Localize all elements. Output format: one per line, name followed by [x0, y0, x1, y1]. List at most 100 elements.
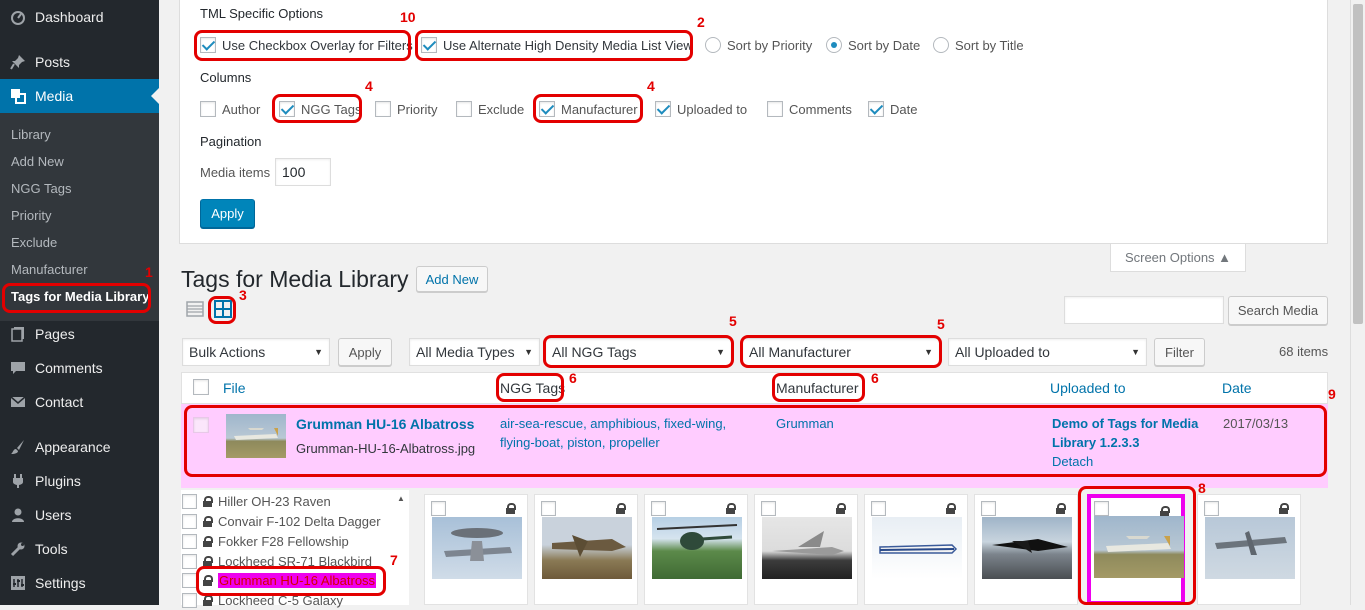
menu-users[interactable]: Users	[0, 498, 159, 532]
list-view-icon[interactable]	[186, 300, 204, 318]
media-tile[interactable]	[1197, 494, 1301, 605]
list-scroll-up-icon[interactable]: ▲	[397, 494, 405, 503]
menu-plugins[interactable]: Plugins	[0, 464, 159, 498]
screen-options-tab[interactable]: Screen Options ▲	[1110, 244, 1246, 272]
list-item-checkbox[interactable]	[182, 572, 197, 588]
column-comments-option[interactable]: Comments	[767, 101, 852, 117]
annotation-number: 4	[647, 78, 655, 94]
bulk-apply-button[interactable]: Apply	[338, 338, 392, 366]
lock-icon	[506, 503, 516, 514]
tile-checkbox[interactable]	[761, 501, 776, 516]
column-date-checkbox[interactable]	[868, 101, 884, 117]
annotation-box	[196, 566, 386, 596]
column-uploaded-to-option[interactable]: Uploaded to	[655, 101, 747, 117]
list-item[interactable]: Convair F-102 Delta Dagger	[182, 511, 402, 531]
media-items-input[interactable]: 100	[275, 158, 331, 186]
bulk-actions-select[interactable]: Bulk Actions ▼	[182, 338, 330, 366]
annotation-box	[184, 405, 1327, 477]
annotation-number: 6	[569, 370, 577, 386]
search-media-button[interactable]: Search Media	[1228, 296, 1328, 325]
column-priority-checkbox[interactable]	[375, 101, 391, 117]
media-types-select[interactable]: All Media Types ▼	[409, 338, 540, 366]
tile-checkbox[interactable]	[431, 501, 446, 516]
scrollbar-thumb[interactable]	[1353, 4, 1363, 324]
sort-date-option[interactable]: Sort by Date	[826, 37, 920, 53]
column-header-uploaded-to[interactable]: Uploaded to	[1050, 380, 1126, 396]
tile-image	[1205, 517, 1295, 579]
column-header-file[interactable]: File	[223, 380, 246, 396]
column-author-option[interactable]: Author	[200, 101, 260, 117]
submenu-priority[interactable]: Priority	[11, 208, 51, 223]
submenu-add-new[interactable]: Add New	[11, 154, 64, 169]
list-item-checkbox[interactable]	[182, 533, 197, 549]
list-item-checkbox[interactable]	[182, 553, 197, 569]
column-exclude-option[interactable]: Exclude	[456, 101, 524, 117]
users-icon	[8, 507, 28, 523]
tile-image	[542, 517, 632, 579]
tml-options-heading: TML Specific Options	[200, 6, 324, 21]
annotation-box	[415, 30, 693, 61]
column-author-checkbox[interactable]	[200, 101, 216, 117]
list-item-checkbox[interactable]	[182, 493, 197, 509]
sort-title-option[interactable]: Sort by Title	[933, 37, 1024, 53]
menu-label: Users	[35, 507, 72, 523]
list-item[interactable]: Hiller OH-23 Raven	[182, 491, 402, 511]
media-tile[interactable]	[974, 494, 1078, 605]
annotation-number: 5	[937, 316, 945, 332]
menu-dashboard[interactable]: Dashboard	[0, 0, 159, 34]
media-tile[interactable]	[534, 494, 638, 605]
column-uploaded-to-checkbox[interactable]	[655, 101, 671, 117]
annotation-box	[272, 94, 362, 123]
search-input[interactable]	[1064, 296, 1224, 324]
menu-label: Appearance	[35, 439, 111, 455]
column-priority-option[interactable]: Priority	[375, 101, 437, 117]
submenu-library[interactable]: Library	[11, 127, 51, 142]
media-tile[interactable]	[864, 494, 968, 605]
media-icon	[8, 88, 28, 104]
list-item-checkbox[interactable]	[182, 513, 197, 529]
pushpin-icon	[8, 54, 28, 70]
column-header-date[interactable]: Date	[1222, 380, 1252, 396]
wrench-icon	[8, 541, 28, 557]
menu-posts[interactable]: Posts	[0, 45, 159, 79]
sort-title-radio[interactable]	[933, 37, 949, 53]
column-date-option[interactable]: Date	[868, 101, 917, 117]
sort-priority-option[interactable]: Sort by Priority	[705, 37, 812, 53]
annotation-box	[533, 94, 643, 123]
menu-tools[interactable]: Tools	[0, 532, 159, 566]
menu-label: Comments	[35, 360, 103, 376]
screen-options-apply-button[interactable]: Apply	[200, 199, 255, 228]
filter-button[interactable]: Filter	[1154, 338, 1205, 366]
media-tile[interactable]	[754, 494, 858, 605]
media-tile[interactable]	[424, 494, 528, 605]
uploaded-filter-select[interactable]: All Uploaded to ▼	[948, 338, 1147, 366]
submenu-ngg-tags[interactable]: NGG Tags	[11, 181, 71, 196]
submenu-manufacturer[interactable]: Manufacturer	[11, 262, 88, 277]
menu-contact[interactable]: Contact	[0, 385, 159, 419]
media-tile[interactable]	[644, 494, 748, 605]
menu-comments[interactable]: Comments	[0, 351, 159, 385]
tile-checkbox[interactable]	[1204, 501, 1219, 516]
menu-appearance[interactable]: Appearance	[0, 430, 159, 464]
add-new-button[interactable]: Add New	[416, 266, 488, 292]
menu-settings[interactable]: Settings	[0, 566, 159, 600]
submenu-exclude[interactable]: Exclude	[11, 235, 57, 250]
tile-checkbox[interactable]	[651, 501, 666, 516]
tile-checkbox[interactable]	[541, 501, 556, 516]
menu-pages[interactable]: Pages	[0, 317, 159, 351]
list-item[interactable]: Fokker F28 Fellowship	[182, 531, 402, 551]
select-all-checkbox[interactable]	[193, 379, 209, 395]
sort-date-radio[interactable]	[826, 37, 842, 53]
column-exclude-checkbox[interactable]	[456, 101, 472, 117]
menu-media[interactable]: Media	[0, 79, 159, 113]
sort-priority-radio[interactable]	[705, 37, 721, 53]
tile-checkbox[interactable]	[981, 501, 996, 516]
page-scrollbar[interactable]	[1350, 0, 1365, 605]
annotation-box	[740, 335, 942, 368]
column-comments-checkbox[interactable]	[767, 101, 783, 117]
tile-checkbox[interactable]	[871, 501, 886, 516]
tile-image	[872, 517, 962, 579]
lock-icon	[946, 503, 956, 514]
annotation-number: 3	[239, 287, 247, 303]
list-item-checkbox[interactable]	[182, 592, 197, 608]
